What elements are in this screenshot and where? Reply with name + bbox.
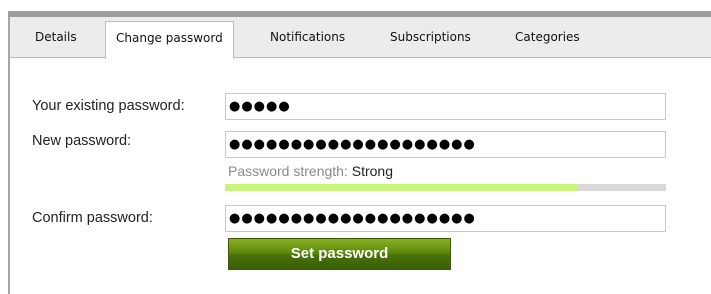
tab-categories[interactable]: Categories xyxy=(515,17,580,57)
password-strength: Password strength: Strong xyxy=(228,163,393,179)
password-strength-label: Password strength: xyxy=(228,163,352,179)
confirm-password-field[interactable]: ●●●●●●●●●●●●●●●●●●●● xyxy=(225,205,666,232)
password-strength-value: Strong xyxy=(351,163,393,179)
left-border xyxy=(8,17,10,294)
tab-change-password[interactable]: Change password xyxy=(105,21,234,59)
existing-password-field[interactable]: ●●●●● xyxy=(225,93,666,120)
new-password-field[interactable]: ●●●●●●●●●●●●●●●●●●●● xyxy=(225,131,666,158)
tab-strip: Details Change password Notifications Su… xyxy=(10,17,711,59)
tab-details[interactable]: Details xyxy=(35,17,77,57)
tab-notifications[interactable]: Notifications xyxy=(270,17,345,57)
existing-password-label: Your existing password: xyxy=(32,98,185,114)
new-password-label: New password: xyxy=(32,133,132,149)
tab-subscriptions[interactable]: Subscriptions xyxy=(390,17,471,57)
password-strength-meter xyxy=(225,184,666,191)
change-password-panel: Details Change password Notifications Su… xyxy=(0,0,711,294)
password-strength-meter-fill xyxy=(225,184,578,191)
confirm-password-label: Confirm password: xyxy=(32,210,153,226)
set-password-button[interactable]: Set password xyxy=(228,238,451,270)
